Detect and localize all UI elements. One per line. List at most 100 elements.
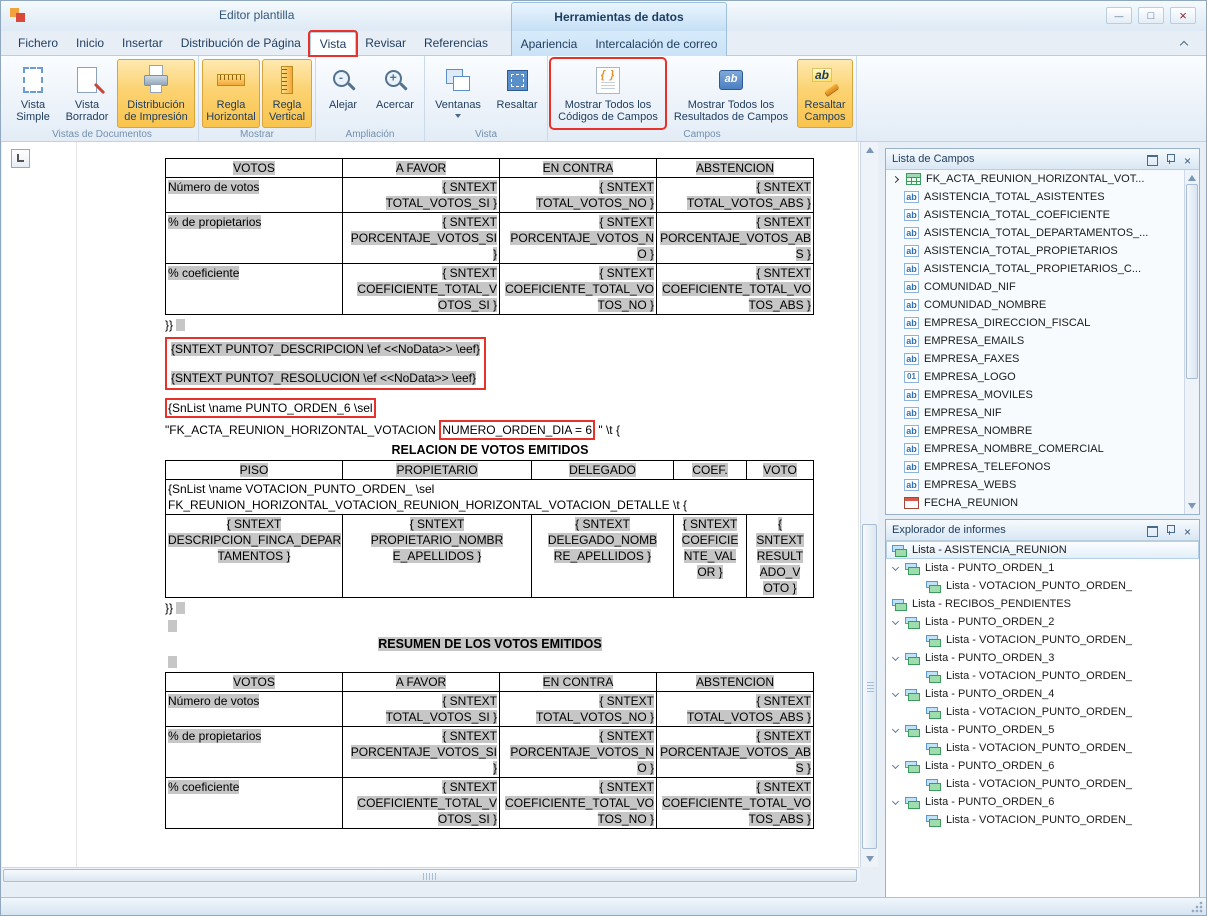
pin-panel-icon[interactable] [1162, 152, 1177, 166]
votes-column-header[interactable]: EN CONTRA [500, 673, 657, 692]
collapse-chevron-icon[interactable] [892, 563, 899, 570]
document-editor[interactable]: VOTOSA FAVOREN CONTRAABSTENCIONNúmero de… [2, 142, 860, 867]
report-explorer-item[interactable]: Lista - VOTACION_PUNTO_ORDEN_ [886, 739, 1199, 757]
field-list-item[interactable]: COMUNIDAD_NIF [886, 278, 1184, 296]
detail-column-header[interactable]: PISO [166, 461, 343, 480]
report-explorer-item[interactable]: Lista - PUNTO_ORDEN_1 [886, 559, 1199, 577]
report-explorer-item[interactable]: Lista - PUNTO_ORDEN_6 [886, 793, 1199, 811]
report-explorer-item[interactable]: Lista - VOTACION_PUNTO_ORDEN_ [886, 703, 1199, 721]
pin-panel-icon[interactable] [1162, 523, 1177, 537]
votes-column-header[interactable]: VOTOS [166, 673, 343, 692]
report-explorer-item[interactable]: Lista - PUNTO_ORDEN_2 [886, 613, 1199, 631]
field-list-item[interactable]: FK_ACTA_REUNION_HORIZONTAL_VOT... [886, 170, 1184, 188]
field-code-cell[interactable]: { SNTEXT RESULT ADO_V OTO } [747, 515, 814, 598]
field-code-cell[interactable]: { SNTEXT TOTAL_VOTOS_SI } [343, 178, 500, 213]
votos-emitidos-table[interactable]: PISOPROPIETARIODELEGADOCOEF.VOTO{SnList … [165, 460, 814, 598]
collapse-chevron-icon[interactable] [892, 797, 899, 804]
field-code-cell[interactable]: { SNTEXT PORCENTAJE_VOTOS_AB S } [657, 213, 814, 264]
tab-stop-selector[interactable] [11, 149, 30, 168]
field-code-cell[interactable]: { SNTEXT COEFICIE NTE_VAL OR } [674, 515, 747, 598]
close-button[interactable] [1170, 7, 1196, 24]
collapse-chevron-icon[interactable] [892, 653, 899, 660]
collapse-chevron-icon[interactable] [892, 689, 899, 696]
tab-inicio[interactable]: Inicio [67, 32, 113, 55]
close-panel-icon[interactable] [1180, 152, 1195, 166]
votes-column-header[interactable]: ABSTENCION [657, 159, 814, 178]
field-list-item[interactable]: FECHA_REUNION [886, 494, 1184, 512]
close-panel-icon[interactable] [1180, 523, 1195, 537]
votes-row-label-cell[interactable]: Número de votos [166, 178, 343, 213]
alejar-button[interactable]: Alejar [319, 59, 367, 128]
field-code-cell[interactable]: { SNTEXT PROPIETARIO_NOMBR E_APELLIDOS } [343, 515, 532, 598]
resaltar-button[interactable]: Resaltar [490, 59, 544, 128]
votes-row-label-cell[interactable]: % coeficiente [166, 778, 343, 829]
tab-revisar[interactable]: Revisar [356, 32, 415, 55]
field-code-cell[interactable]: { SNTEXT PORCENTAJE_VOTOS_SI } [343, 213, 500, 264]
field-code-cell[interactable]: { SNTEXT TOTAL_VOTOS_ABS } [657, 178, 814, 213]
field-list-item[interactable]: EMPRESA_EMAILS [886, 332, 1184, 350]
field-code-cell[interactable]: { SNTEXT TOTAL_VOTOS_ABS } [657, 692, 814, 727]
field-code-cell[interactable]: { SNTEXT PORCENTAJE_VOTOS_AB S } [657, 727, 814, 778]
collapse-chevron-icon[interactable] [892, 725, 899, 732]
votes-column-header[interactable]: A FAVOR [343, 673, 500, 692]
field-code-cell[interactable]: { SNTEXT DESCRIPCION_FINCA_DEPAR TAMENTO… [166, 515, 343, 598]
tab-insertar[interactable]: Insertar [113, 32, 172, 55]
field-code-cell[interactable]: { SNTEXT DELEGADO_NOMB RE_APELLIDOS } [532, 515, 674, 598]
scroll-up-arrow-icon[interactable] [1188, 175, 1196, 181]
field-list-item[interactable]: EMPRESA_NOMBRE [886, 422, 1184, 440]
horizontal-scrollbar-thumb[interactable] [3, 869, 857, 882]
field-list-scrollbar-thumb[interactable] [1186, 184, 1198, 379]
scroll-down-arrow-icon[interactable] [1188, 503, 1196, 509]
resize-grip-icon[interactable] [1191, 900, 1204, 913]
scroll-up-arrow-icon[interactable] [866, 147, 874, 153]
mostrar-resultados-campos-button[interactable]: Mostrar Todos los Resultados de Campos [667, 59, 795, 128]
report-explorer-item[interactable]: Lista - VOTACION_PUNTO_ORDEN_ [886, 631, 1199, 649]
votes-summary-table-bottom[interactable]: VOTOSA FAVOREN CONTRAABSTENCION Número de… [165, 672, 814, 829]
maximize-panel-icon[interactable] [1144, 523, 1159, 537]
field-code-cell[interactable]: { SNTEXT COEFICIENTE_TOTAL_VO TOS_ABS } [657, 264, 814, 315]
minimize-button[interactable] [1106, 7, 1132, 24]
votes-column-header[interactable]: A FAVOR [343, 159, 500, 178]
resaltar-campos-button[interactable]: Resaltar Campos [797, 59, 853, 128]
tab-fichero[interactable]: Fichero [9, 32, 67, 55]
field-code-cell[interactable]: { SNTEXT COEFICIENTE_TOTAL_VO TOS_NO } [500, 778, 657, 829]
vista-borrador-button[interactable]: Vista Borrador [59, 59, 115, 128]
votes-summary-table-top[interactable]: VOTOSA FAVOREN CONTRAABSTENCION Número de… [165, 158, 814, 315]
acercar-button[interactable]: Acercar [369, 59, 421, 128]
field-list-item[interactable]: ASISTENCIA_TOTAL_PROPIETARIOS_C... [886, 260, 1184, 278]
mostrar-codigos-campos-button[interactable]: Mostrar Todos los Códigos de Campos [551, 59, 665, 128]
report-explorer-item[interactable]: Lista - VOTACION_PUNTO_ORDEN_ [886, 667, 1199, 685]
field-code-cell[interactable]: { SNTEXT TOTAL_VOTOS_SI } [343, 692, 500, 727]
report-explorer-item[interactable]: Lista - PUNTO_ORDEN_5 [886, 721, 1199, 739]
vista-simple-button[interactable]: Vista Simple [9, 59, 57, 128]
field-list-item[interactable]: ASISTENCIA_TOTAL_DEPARTAMENTOS_... [886, 224, 1184, 242]
votes-row-label-cell[interactable]: % coeficiente [166, 264, 343, 315]
field-list-item[interactable]: EMPRESA_NOMBRE_COMERCIAL [886, 440, 1184, 458]
detail-column-header[interactable]: COEF. [674, 461, 747, 480]
field-list-item[interactable]: EMPRESA_DIRECCION_FISCAL [886, 314, 1184, 332]
report-explorer-item[interactable]: Lista - VOTACION_PUNTO_ORDEN_ [886, 577, 1199, 595]
field-code-cell[interactable]: { SNTEXT TOTAL_VOTOS_NO } [500, 178, 657, 213]
snlist-code-cell[interactable]: {SnList \name VOTACION_PUNTO_ORDEN_ \sel… [166, 480, 814, 515]
tab-referencias[interactable]: Referencias [415, 32, 497, 55]
collapse-chevron-icon[interactable] [892, 761, 899, 768]
field-code-cell[interactable]: { SNTEXT TOTAL_VOTOS_NO } [500, 692, 657, 727]
votes-column-header[interactable]: VOTOS [166, 159, 343, 178]
collapse-ribbon-button[interactable] [1176, 38, 1192, 52]
field-list-item[interactable]: EMPRESA_LOGO [886, 368, 1184, 386]
votes-row-label-cell[interactable]: % de propietarios [166, 213, 343, 264]
vertical-scrollbar-thumb[interactable] [862, 524, 877, 849]
votes-row-label-cell[interactable]: Número de votos [166, 692, 343, 727]
scroll-down-arrow-icon[interactable] [866, 856, 874, 862]
votes-row-label-cell[interactable]: % de propietarios [166, 727, 343, 778]
detail-column-header[interactable]: DELEGADO [532, 461, 674, 480]
tab-vista[interactable]: Vista [310, 32, 356, 55]
report-explorer-item[interactable]: Lista - PUNTO_ORDEN_6 [886, 757, 1199, 775]
field-list-scrollbar[interactable] [1184, 170, 1199, 514]
votes-column-header[interactable]: EN CONTRA [500, 159, 657, 178]
report-explorer-item[interactable]: Lista - PUNTO_ORDEN_4 [886, 685, 1199, 703]
regla-vertical-button[interactable]: Regla Vertical [262, 59, 312, 128]
maximize-panel-icon[interactable] [1144, 152, 1159, 166]
vertical-scrollbar[interactable] [860, 142, 878, 867]
votes-column-header[interactable]: ABSTENCION [657, 673, 814, 692]
